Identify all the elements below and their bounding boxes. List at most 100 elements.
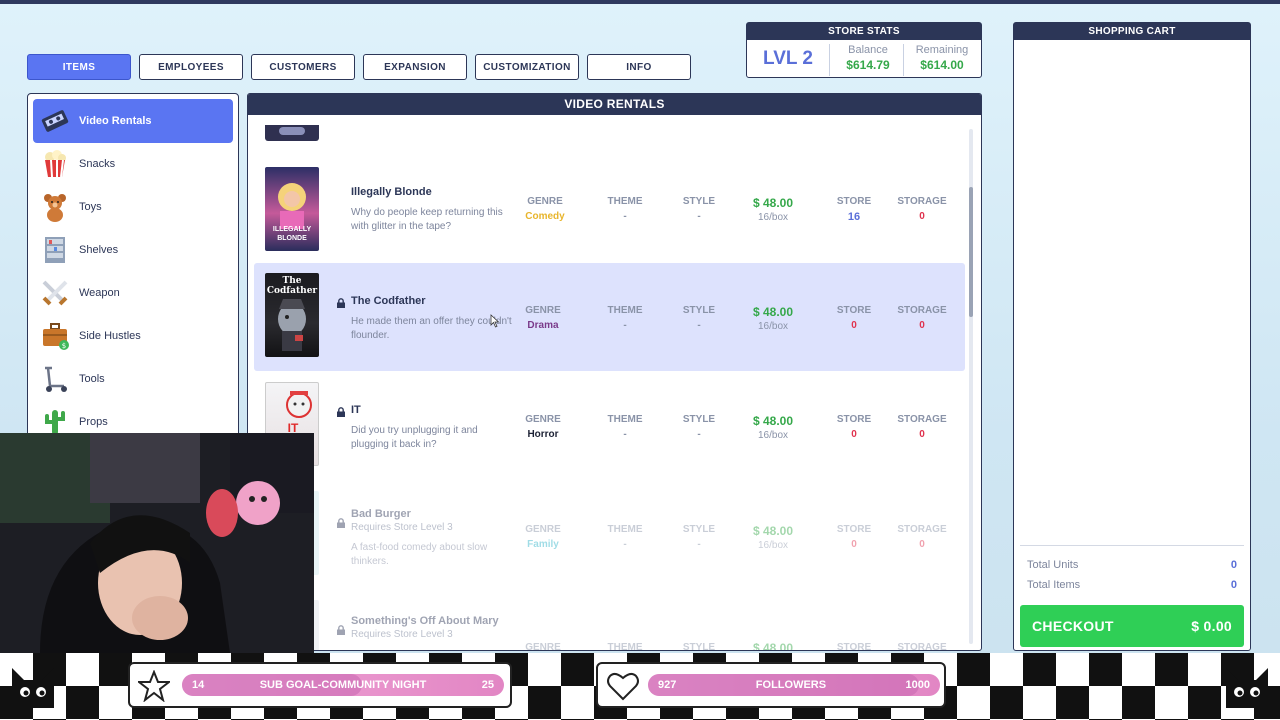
- scrollbar-thumb[interactable]: [969, 187, 973, 317]
- panel-title: VIDEO RENTALS: [248, 94, 981, 115]
- category-snacks[interactable]: Snacks: [33, 142, 233, 186]
- video-rentals-panel: VIDEO RENTALS ILLEGALLY BLONDE Illegally…: [247, 93, 982, 651]
- style-value: -: [697, 429, 701, 440]
- teddy-bear-icon: [39, 191, 71, 223]
- store-label: STORE: [836, 414, 872, 425]
- cat-logo-icon: [1226, 668, 1268, 708]
- category-video-rentals[interactable]: Video Rentals: [33, 99, 233, 143]
- storage-label: STORAGE: [897, 642, 947, 651]
- item-title: IT: [351, 404, 361, 416]
- storage-label: STORAGE: [897, 305, 947, 316]
- list-item[interactable]: ILLEGALLY BLONDE Illegally Blonde Why do…: [254, 157, 965, 265]
- store-stats-title: STORE STATS: [747, 23, 981, 40]
- tab-items[interactable]: ITEMS: [27, 54, 131, 80]
- followers-widget: 927 FOLLOWERS 1000: [596, 662, 946, 708]
- per-box-value: 16/box: [757, 321, 789, 332]
- store-label: STORE: [836, 305, 872, 316]
- theme-label: THEME: [607, 524, 643, 535]
- store-label: STORE: [836, 524, 872, 535]
- followers-progress: 927 FOLLOWERS 1000: [648, 674, 940, 696]
- crossed-swords-icon: [39, 277, 71, 309]
- checkout-total: $ 0.00: [1191, 618, 1232, 634]
- item-title: Bad Burger: [351, 508, 411, 520]
- tab-customization[interactable]: CUSTOMIZATION: [475, 54, 579, 80]
- list-item[interactable]: IT IT Did you try unplugging it and plug…: [254, 372, 965, 480]
- sub-goal-progress: 14 SUB GOAL-COMMUNITY NIGHT 25: [182, 674, 504, 696]
- storage-count: 0: [919, 429, 925, 440]
- briefcase-icon: $: [39, 320, 71, 352]
- category-weapon[interactable]: Weapon: [33, 271, 233, 315]
- list-item[interactable]: Something's Off About Mary Requires Stor…: [254, 590, 965, 651]
- svg-text:$: $: [62, 342, 66, 350]
- followers-current: 927: [658, 679, 677, 691]
- category-side-hustles[interactable]: $ Side Hustles: [33, 314, 233, 358]
- movie-cover: The Codfather: [265, 273, 319, 357]
- style-label: STYLE: [682, 305, 716, 316]
- store-count: 0: [851, 320, 857, 331]
- per-box-value: 16/box: [757, 430, 789, 441]
- item-title: Illegally Blonde: [351, 186, 432, 198]
- partial-cover: [265, 125, 319, 141]
- theme-value: -: [623, 211, 627, 222]
- star-icon: [138, 670, 170, 702]
- lock-icon: [336, 622, 346, 635]
- style-label: STYLE: [682, 414, 716, 425]
- storage-label: STORAGE: [897, 196, 947, 207]
- remaining-stat: Remaining $614.00: [903, 44, 980, 76]
- list-scrollbar[interactable]: [969, 129, 973, 644]
- price-value: $ 48.00: [752, 305, 794, 319]
- storage-label: STORAGE: [897, 524, 947, 535]
- theme-label: THEME: [607, 414, 643, 425]
- sub-goal-widget: 14 SUB GOAL-COMMUNITY NIGHT 25: [128, 662, 512, 708]
- tab-employees[interactable]: EMPLOYEES: [139, 54, 243, 80]
- genre-value: Drama: [527, 320, 559, 331]
- lock-icon: [336, 404, 346, 417]
- store-count: 0: [851, 429, 857, 440]
- price-value: $ 48.00: [752, 414, 794, 428]
- sub-goal-label: SUB GOAL-COMMUNITY NIGHT: [259, 679, 427, 691]
- remaining-value: $614.00: [920, 58, 964, 72]
- genre-label: GENRE: [525, 642, 561, 651]
- style-value: -: [697, 320, 701, 331]
- item-title: The Codfather: [351, 295, 426, 307]
- category-tools[interactable]: Tools: [33, 357, 233, 401]
- theme-value: -: [623, 429, 627, 440]
- total-units-value: 0: [1230, 559, 1237, 571]
- category-label: Props: [79, 416, 108, 428]
- per-box-value: 16/box: [757, 212, 789, 223]
- lock-icon: [336, 515, 346, 528]
- category-label: Snacks: [79, 158, 116, 170]
- item-description: Did you try unplugging it and plugging i…: [351, 425, 478, 450]
- total-units-label: Total Units: [1027, 559, 1079, 571]
- genre-label: GENRE: [525, 305, 561, 316]
- movie-cover: ILLEGALLY BLONDE: [265, 167, 319, 251]
- category-shelves[interactable]: Shelves: [33, 228, 233, 272]
- tab-customers[interactable]: CUSTOMERS: [251, 54, 355, 80]
- followers-label: FOLLOWERS: [755, 679, 827, 691]
- remaining-label: Remaining: [915, 44, 969, 56]
- store-count: 16: [847, 211, 861, 223]
- price-value: $ 48.00: [752, 524, 794, 538]
- genre-label: GENRE: [525, 524, 561, 535]
- cat-logo-icon: [12, 668, 54, 708]
- tab-info[interactable]: INFO: [587, 54, 691, 80]
- balance-label: Balance: [848, 44, 888, 56]
- category-label: Shelves: [79, 244, 119, 256]
- category-toys[interactable]: Toys: [33, 185, 233, 229]
- mouse-cursor-icon: [490, 314, 500, 328]
- list-item[interactable]: Bad Burger Requires Store Level 3 A fast…: [254, 481, 965, 589]
- item-title: Something's Off About Mary: [351, 615, 499, 627]
- store-level: LVL 2: [763, 47, 813, 69]
- genre-value: Horror: [527, 429, 559, 440]
- popcorn-icon: [39, 148, 71, 180]
- list-item[interactable]: The Codfather The Codfather He made them…: [254, 263, 965, 371]
- tab-expansion[interactable]: EXPANSION: [363, 54, 467, 80]
- genre-label: GENRE: [527, 196, 563, 207]
- cover-title: The Codfather: [266, 276, 318, 296]
- total-items-value: 0: [1230, 579, 1237, 591]
- category-label: Toys: [79, 201, 102, 213]
- checkout-button[interactable]: CHECKOUT $ 0.00: [1020, 605, 1244, 647]
- scooter-icon: [39, 363, 71, 395]
- balance-stat: Balance $614.79: [829, 44, 906, 76]
- genre-value: Comedy: [525, 211, 565, 222]
